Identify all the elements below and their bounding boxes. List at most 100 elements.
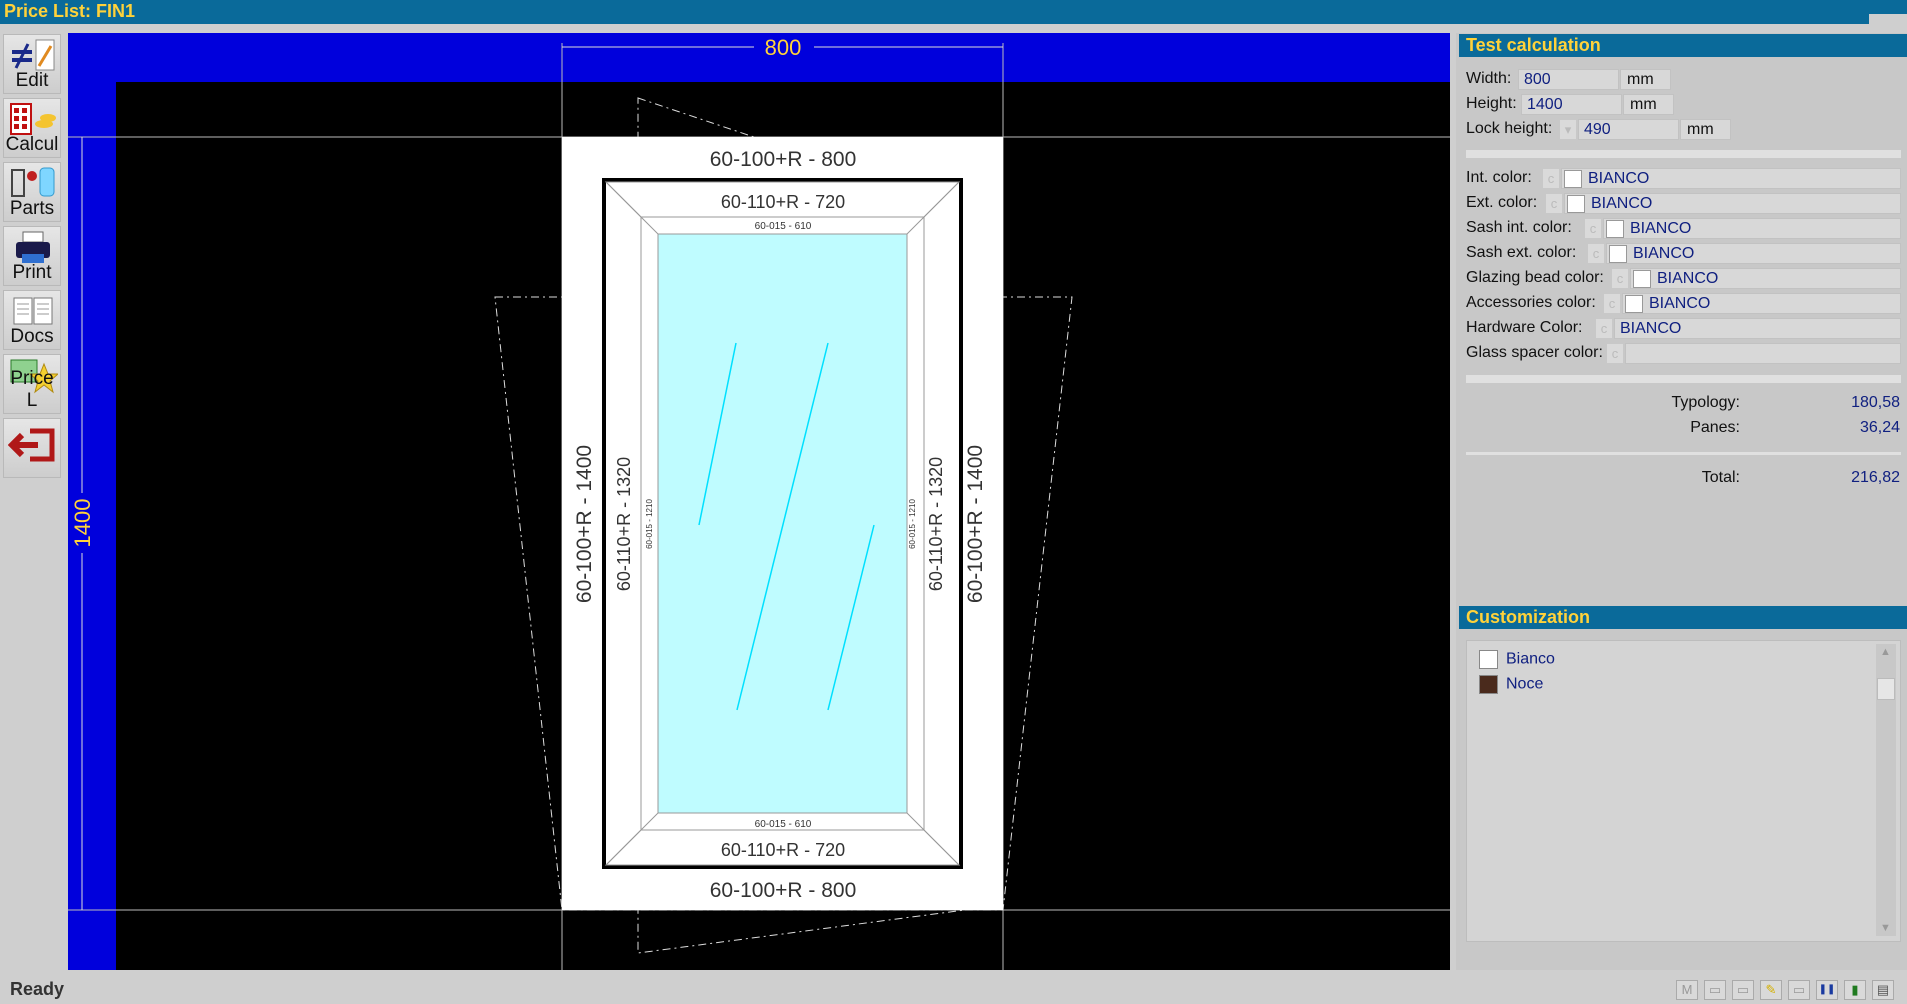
accessories-color-label: Accessories color: (1466, 294, 1596, 311)
vertical-scrollbar[interactable]: ▲ ▼ (1876, 644, 1896, 936)
list-item-label: Noce (1506, 675, 1544, 693)
ext-color-swatch (1567, 195, 1585, 213)
ruler-icon[interactable]: ✎ (1760, 980, 1782, 1000)
typology-label: Typology: (1671, 394, 1740, 411)
separator (1466, 452, 1901, 455)
edit-button[interactable]: Edit (3, 34, 61, 94)
lock-height-input[interactable]: 490 (1578, 119, 1679, 140)
int-color-button[interactable]: c (1542, 168, 1560, 189)
drawing-canvas[interactable]: 800 1400 60-100+R - 800 60-100+R - 800 6… (68, 33, 1450, 970)
sash-ext-color-field[interactable]: BIANCO (1606, 243, 1901, 264)
overall-width-dimension: 800 (765, 35, 802, 60)
width-input[interactable]: 800 (1518, 69, 1619, 90)
bianco-swatch (1479, 650, 1498, 669)
ext-color-label: Ext. color: (1466, 194, 1538, 211)
sash-ext-color-swatch (1609, 245, 1627, 263)
parts-button[interactable]: Parts (3, 162, 61, 222)
customization-list[interactable]: Bianco Noce ▲ ▼ (1466, 640, 1901, 942)
display-icon[interactable]: ▭ (1788, 980, 1810, 1000)
ext-color-value: BIANCO (1591, 195, 1653, 212)
status-bar: Ready M ▭ ▭ ✎ ▭ ❚❚ ▮ ▤ (0, 975, 1907, 1004)
list-item[interactable]: Noce (1479, 675, 1543, 694)
sash-ext-color-value: BIANCO (1633, 245, 1695, 262)
title-stripe (1869, 14, 1907, 24)
int-color-field[interactable]: BIANCO (1561, 168, 1901, 189)
hardware-color-button[interactable]: c (1595, 318, 1613, 339)
status-text: Ready (10, 979, 65, 999)
separator (1466, 150, 1901, 158)
window-title: Price List: FIN1 (4, 1, 136, 21)
lock-height-dropdown[interactable]: ▾ (1559, 119, 1577, 140)
sash-top-label: 60-110+R - 720 (721, 192, 845, 212)
calculator-icon (10, 103, 56, 135)
glazing-bead-color-field[interactable]: BIANCO (1630, 268, 1901, 289)
glass-spacer-color-button[interactable]: c (1606, 343, 1624, 364)
scroll-down-icon[interactable]: ▼ (1880, 922, 1891, 934)
printer-icon (16, 231, 50, 263)
door-icon[interactable]: ▮ (1844, 980, 1866, 1000)
docs-button[interactable]: Docs (3, 290, 61, 350)
total-label: Total: (1701, 469, 1740, 486)
edit-label: Edit (15, 70, 49, 91)
left-toolbar: Edit Calcul Parts Print Docs Price L (0, 30, 64, 970)
height-input[interactable]: 1400 (1521, 94, 1622, 115)
exit-icon (8, 428, 55, 462)
window-drawing: 800 1400 60-100+R - 800 60-100+R - 800 6… (68, 35, 1450, 970)
typology-value: 180,58 (1851, 394, 1900, 411)
lock-height-label: Lock height: (1466, 120, 1553, 137)
panes-value: 36,24 (1859, 419, 1900, 436)
glass-spacer-color-field[interactable] (1625, 343, 1901, 364)
sash-int-color-value: BIANCO (1630, 220, 1692, 237)
accessories-color-swatch (1625, 295, 1643, 313)
customization-header: Customization (1459, 606, 1907, 629)
hardware-color-value: BIANCO (1620, 320, 1682, 337)
sash-ext-color-button[interactable]: c (1587, 243, 1605, 264)
glazing-bead-color-swatch (1633, 270, 1651, 288)
documents-icon (13, 297, 53, 325)
width-unit: mm (1620, 69, 1671, 90)
sash-left-label: 60-110+R - 1320 (614, 457, 634, 591)
accessories-color-field[interactable]: BIANCO (1622, 293, 1901, 314)
frame-left-label: 60-100+R - 1400 (573, 445, 596, 603)
sash-ext-color-label: Sash ext. color: (1466, 244, 1577, 261)
pause-icon[interactable]: ❚❚ (1816, 980, 1838, 1000)
sash-int-color-field[interactable]: BIANCO (1603, 218, 1901, 239)
frame-bottom-label: 60-100+R - 800 (710, 879, 857, 902)
price-list-button[interactable]: Price L (3, 354, 61, 414)
calculator-small-icon[interactable]: ▤ (1872, 980, 1894, 1000)
bead-right-label: 60-015 - 1210 (908, 499, 917, 549)
window-icon[interactable]: ▭ (1732, 980, 1754, 1000)
glass-spacer-color-label: Glass spacer color: (1466, 344, 1603, 361)
scrollbar-thumb[interactable] (1877, 678, 1895, 700)
sash-int-color-swatch (1606, 220, 1624, 238)
noce-swatch (1479, 675, 1498, 694)
frame-right-label: 60-100+R - 1400 (964, 445, 987, 603)
monitor-icon[interactable]: ▭ (1704, 980, 1726, 1000)
bead-left-label: 60-015 - 1210 (645, 499, 654, 549)
edit-icon (12, 39, 55, 71)
print-button[interactable]: Print (3, 226, 61, 286)
hardware-color-field[interactable]: BIANCO (1614, 318, 1901, 339)
exit-button[interactable] (3, 418, 61, 478)
int-color-swatch (1564, 170, 1582, 188)
accessories-color-button[interactable]: c (1603, 293, 1621, 314)
m-status-icon[interactable]: M (1676, 980, 1698, 1000)
bead-top-label: 60-015 - 610 (755, 221, 812, 232)
int-color-label: Int. color: (1466, 169, 1532, 186)
scroll-up-icon[interactable]: ▲ (1880, 646, 1891, 658)
list-item[interactable]: Bianco (1479, 650, 1555, 669)
hardware-color-label: Hardware Color: (1466, 319, 1583, 336)
lock-height-unit: mm (1680, 119, 1731, 140)
frame-top-label: 60-100+R - 800 (710, 148, 857, 171)
glazing-bead-color-value: BIANCO (1657, 270, 1719, 287)
glazing-bead-color-button[interactable]: c (1611, 268, 1629, 289)
ext-color-button[interactable]: c (1545, 193, 1563, 214)
calcul-button[interactable]: Calcul (3, 98, 61, 158)
ext-color-field[interactable]: BIANCO (1564, 193, 1901, 214)
sash-int-color-button[interactable]: c (1584, 218, 1602, 239)
parts-label: Parts (9, 198, 55, 219)
sash-int-color-label: Sash int. color: (1466, 219, 1572, 236)
height-label: Height: (1466, 95, 1517, 112)
test-calculation-header: Test calculation (1459, 34, 1907, 57)
title-bar: Price List: FIN1 (0, 0, 1907, 24)
